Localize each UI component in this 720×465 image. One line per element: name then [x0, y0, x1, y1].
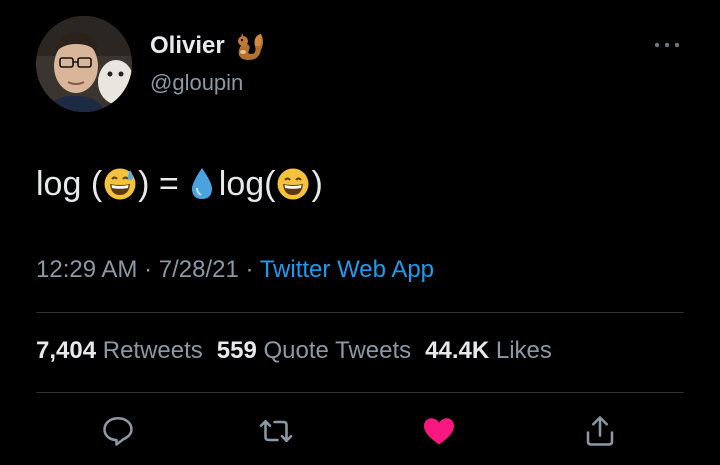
- user-handle[interactable]: @gloupin: [150, 70, 243, 96]
- likes-stat[interactable]: 44.4K Likes: [425, 337, 552, 364]
- tweet-text-part: log(: [218, 164, 276, 203]
- quote-tweets-count: 559: [216, 337, 257, 364]
- reply-button[interactable]: [100, 413, 136, 449]
- tweet-time[interactable]: 12:29 AM: [36, 256, 137, 283]
- retweet-button[interactable]: [258, 413, 294, 449]
- reply-icon: [103, 416, 133, 446]
- tweet-date[interactable]: 7/28/21: [159, 256, 239, 283]
- heart-icon: [424, 418, 454, 445]
- divider: [36, 312, 684, 313]
- meta-separator: ·: [137, 256, 159, 283]
- retweet-icon: [259, 419, 293, 443]
- tweet-actions: [0, 405, 720, 455]
- display-name-text: Olivier: [150, 32, 225, 59]
- retweets-label: Retweets: [102, 337, 203, 364]
- avatar-photo: [36, 16, 132, 112]
- tweet-metadata: 12:29 AM · 7/28/21 · Twitter Web App: [36, 256, 434, 284]
- tweet-text-part: log (: [36, 164, 103, 203]
- retweets-count: 7,404: [36, 337, 97, 364]
- display-name[interactable]: Olivier: [150, 30, 265, 62]
- tweet-text: log ( ) = log( ): [36, 158, 323, 210]
- more-options-icon[interactable]: [652, 38, 682, 52]
- likes-count: 44.4K: [425, 337, 490, 364]
- retweets-stat[interactable]: 7,404 Retweets: [36, 337, 203, 364]
- grinning-smile-emoji: [277, 168, 309, 200]
- tweet-card: Olivier @gloupin log ( ) = log() 12:29 …: [0, 0, 720, 465]
- divider: [36, 392, 684, 393]
- tweet-source-link[interactable]: Twitter Web App: [260, 256, 434, 283]
- meta-separator: ·: [238, 256, 260, 283]
- quote-tweets-stat[interactable]: 559 Quote Tweets: [217, 337, 411, 364]
- quote-tweets-label: Quote Tweets: [263, 337, 412, 364]
- droplet-emoji: [191, 168, 212, 199]
- like-button[interactable]: [421, 413, 457, 449]
- grinning-sweat-emoji: [104, 168, 136, 200]
- tweet-text-part: ): [311, 164, 323, 203]
- tweet-stats: 7,404 Retweets 559 Quote Tweets 44.4K Like…: [36, 337, 566, 365]
- avatar[interactable]: [36, 16, 132, 112]
- share-icon: [586, 416, 614, 446]
- tweet-text-part: ) =: [138, 164, 179, 203]
- share-button[interactable]: [582, 413, 618, 449]
- squirrel-icon: [231, 30, 265, 62]
- likes-label: Likes: [495, 337, 552, 364]
